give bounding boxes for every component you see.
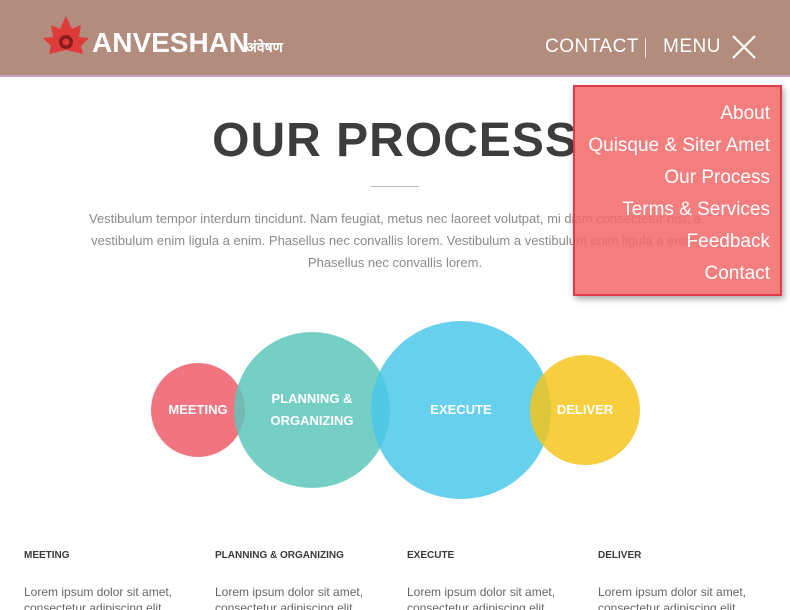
close-icon[interactable] bbox=[731, 34, 757, 60]
nav-contact-link[interactable]: CONTACT bbox=[545, 36, 639, 58]
menu-item-quisque[interactable]: Quisque & Siter Amet bbox=[575, 130, 770, 162]
menu-item-feedback[interactable]: Feedback bbox=[575, 226, 770, 258]
column-text: Lorem ipsum dolor sit amet, consectetur … bbox=[24, 585, 173, 610]
column-heading: DELIVER bbox=[598, 550, 642, 561]
process-column: PLANNING & ORGANIZING Lorem ipsum dolor … bbox=[215, 549, 385, 610]
column-text: Lorem ipsum dolor sit amet, consectetur … bbox=[215, 585, 364, 610]
menu-item-contact[interactable]: Contact bbox=[575, 258, 770, 290]
process-column: EXECUTE Lorem ipsum dolor sit amet, cons… bbox=[407, 549, 577, 610]
step-label: EXECUTE bbox=[430, 402, 492, 417]
brand-name[interactable]: ANVESHAN bbox=[92, 27, 249, 59]
brand-hindi: अंवेषण bbox=[246, 39, 283, 55]
column-text: Lorem ipsum dolor sit amet, consectetur … bbox=[598, 585, 747, 610]
step-label: PLANNING & ORGANIZING bbox=[270, 391, 354, 428]
dropdown-list: About Quisque & Siter Amet Our Process T… bbox=[575, 87, 780, 290]
menu-item-our-process[interactable]: Our Process bbox=[575, 162, 770, 194]
step-execute-circle: EXECUTE bbox=[371, 321, 551, 499]
step-label: MEETING bbox=[168, 402, 228, 417]
site-header: ANVESHAN अंवेषण CONTACT MENU bbox=[0, 0, 790, 76]
step-label: DELIVER bbox=[556, 402, 614, 417]
column-heading: MEETING bbox=[24, 550, 70, 561]
column-heading: PLANNING & ORGANIZING bbox=[215, 550, 344, 561]
menu-item-about[interactable]: About bbox=[575, 98, 770, 130]
nav-divider bbox=[645, 38, 646, 58]
process-column: DELIVER Lorem ipsum dolor sit amet, cons… bbox=[598, 549, 768, 610]
step-planning-circle: PLANNING & ORGANIZING bbox=[234, 332, 390, 488]
column-heading: EXECUTE bbox=[407, 550, 455, 561]
process-column: MEETING Lorem ipsum dolor sit amet, cons… bbox=[24, 549, 194, 610]
header-divider bbox=[0, 75, 790, 77]
logo-icon[interactable] bbox=[43, 16, 89, 56]
nav-menu-toggle[interactable]: MENU bbox=[663, 36, 721, 58]
step-deliver-circle: DELIVER bbox=[530, 355, 640, 465]
title-divider bbox=[371, 186, 419, 187]
menu-item-terms[interactable]: Terms & Services bbox=[575, 194, 770, 226]
nav-dropdown-menu: About Quisque & Siter Amet Our Process T… bbox=[573, 85, 782, 296]
step-meeting-circle: MEETING bbox=[151, 363, 245, 457]
column-text: Lorem ipsum dolor sit amet, consectetur … bbox=[407, 585, 556, 610]
